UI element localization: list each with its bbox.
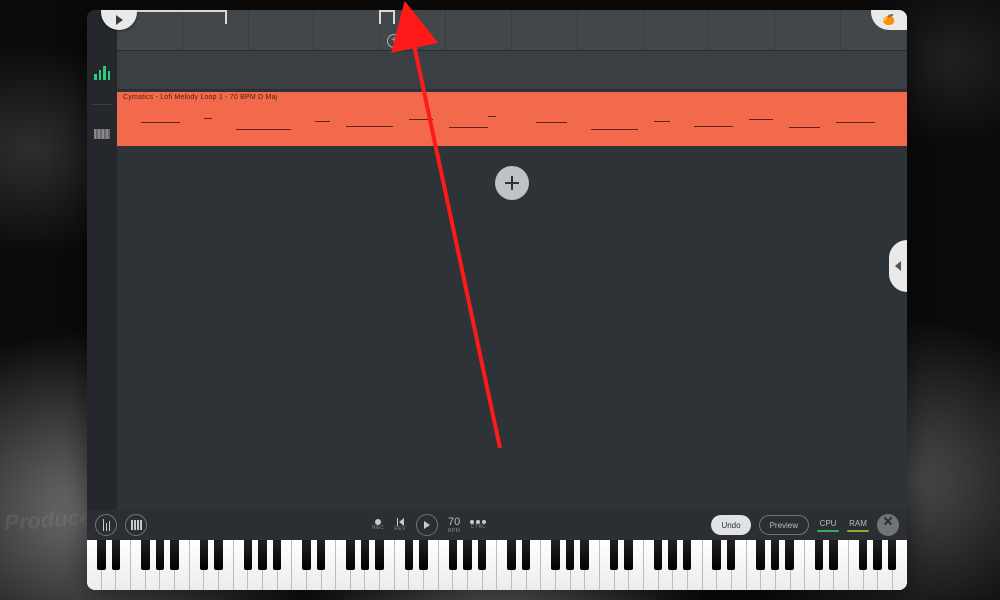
black-key[interactable] <box>200 540 209 570</box>
clip-label: Cymatics - Lofi Melody Loop 1 - 70 BPM D… <box>123 94 277 101</box>
black-key[interactable] <box>170 540 179 570</box>
app-window: + Cymatics - Lofi Melody Loop 1 - 70 BPM… <box>87 10 907 590</box>
timeline-ruler[interactable]: + <box>117 10 907 50</box>
black-key[interactable] <box>244 540 253 570</box>
undo-button[interactable]: Undo <box>711 515 750 535</box>
black-key[interactable] <box>97 540 106 570</box>
black-key[interactable] <box>654 540 663 570</box>
black-key[interactable] <box>551 540 560 570</box>
record-button[interactable]: REC <box>372 519 384 531</box>
black-key[interactable] <box>361 540 370 570</box>
black-key[interactable] <box>302 540 311 570</box>
black-key[interactable] <box>829 540 838 570</box>
black-key[interactable] <box>888 540 897 570</box>
black-key[interactable] <box>478 540 487 570</box>
black-key[interactable] <box>112 540 121 570</box>
black-key[interactable] <box>214 540 223 570</box>
black-key[interactable] <box>141 540 150 570</box>
black-key[interactable] <box>756 540 765 570</box>
clip-lane[interactable]: Cymatics - Lofi Melody Loop 1 - 70 BPM D… <box>117 92 907 146</box>
add-track-button[interactable] <box>495 166 529 200</box>
loop-region-2[interactable] <box>379 10 395 22</box>
ram-meter[interactable]: RAM <box>847 519 869 532</box>
fruit-icon: 🍊 <box>883 15 895 26</box>
preview-button[interactable]: Preview <box>759 515 809 535</box>
black-key[interactable] <box>624 540 633 570</box>
black-key[interactable] <box>610 540 619 570</box>
cpu-meter[interactable]: CPU <box>817 519 839 532</box>
black-key[interactable] <box>668 540 677 570</box>
black-key[interactable] <box>873 540 882 570</box>
black-key[interactable] <box>449 540 458 570</box>
channel-rack-button[interactable] <box>125 514 147 536</box>
audio-clip[interactable]: Cymatics - Lofi Melody Loop 1 - 70 BPM D… <box>117 92 907 146</box>
black-key[interactable] <box>785 540 794 570</box>
black-key[interactable] <box>317 540 326 570</box>
mixer-button[interactable] <box>95 514 117 536</box>
clip-midi-preview <box>117 108 907 140</box>
piano-keyboard[interactable] <box>87 540 907 590</box>
grid-icon <box>131 520 142 530</box>
black-key[interactable] <box>522 540 531 570</box>
black-key[interactable] <box>815 540 824 570</box>
tempo-display[interactable]: 70BPM <box>448 517 460 534</box>
transport-center: REC REV 70BPM CTRL <box>372 514 486 536</box>
rewind-icon <box>397 518 404 526</box>
rewind-button[interactable]: REV <box>394 518 406 532</box>
black-key[interactable] <box>156 540 165 570</box>
transport-bar: REC REV 70BPM CTRL Undo Preview CPU RAM <box>87 510 907 540</box>
black-key[interactable] <box>346 540 355 570</box>
close-icon <box>883 520 893 530</box>
black-keys[interactable] <box>87 540 907 570</box>
play-button[interactable] <box>416 514 438 536</box>
black-key[interactable] <box>375 540 384 570</box>
chevron-left-icon <box>895 261 901 271</box>
arrangement-area[interactable] <box>117 146 907 510</box>
close-button[interactable] <box>877 514 899 536</box>
black-key[interactable] <box>859 540 868 570</box>
add-marker-button[interactable]: + <box>387 34 401 48</box>
black-key[interactable] <box>683 540 692 570</box>
black-key[interactable] <box>507 540 516 570</box>
rail-divider <box>91 104 113 105</box>
black-key[interactable] <box>273 540 282 570</box>
track-header-row[interactable] <box>117 50 907 90</box>
play-icon <box>424 521 430 529</box>
sliders-icon <box>103 519 110 531</box>
black-key[interactable] <box>580 540 589 570</box>
side-expand-tab[interactable] <box>889 240 907 292</box>
levels-icon[interactable] <box>94 66 110 80</box>
piano-roll-icon[interactable] <box>94 129 110 139</box>
black-key[interactable] <box>712 540 721 570</box>
black-key[interactable] <box>419 540 428 570</box>
left-tool-rail <box>87 10 117 590</box>
black-key[interactable] <box>771 540 780 570</box>
black-key[interactable] <box>727 540 736 570</box>
black-key[interactable] <box>463 540 472 570</box>
control-menu-button[interactable]: CTRL <box>470 520 486 530</box>
black-key[interactable] <box>258 540 267 570</box>
black-key[interactable] <box>405 540 414 570</box>
black-key[interactable] <box>566 540 575 570</box>
